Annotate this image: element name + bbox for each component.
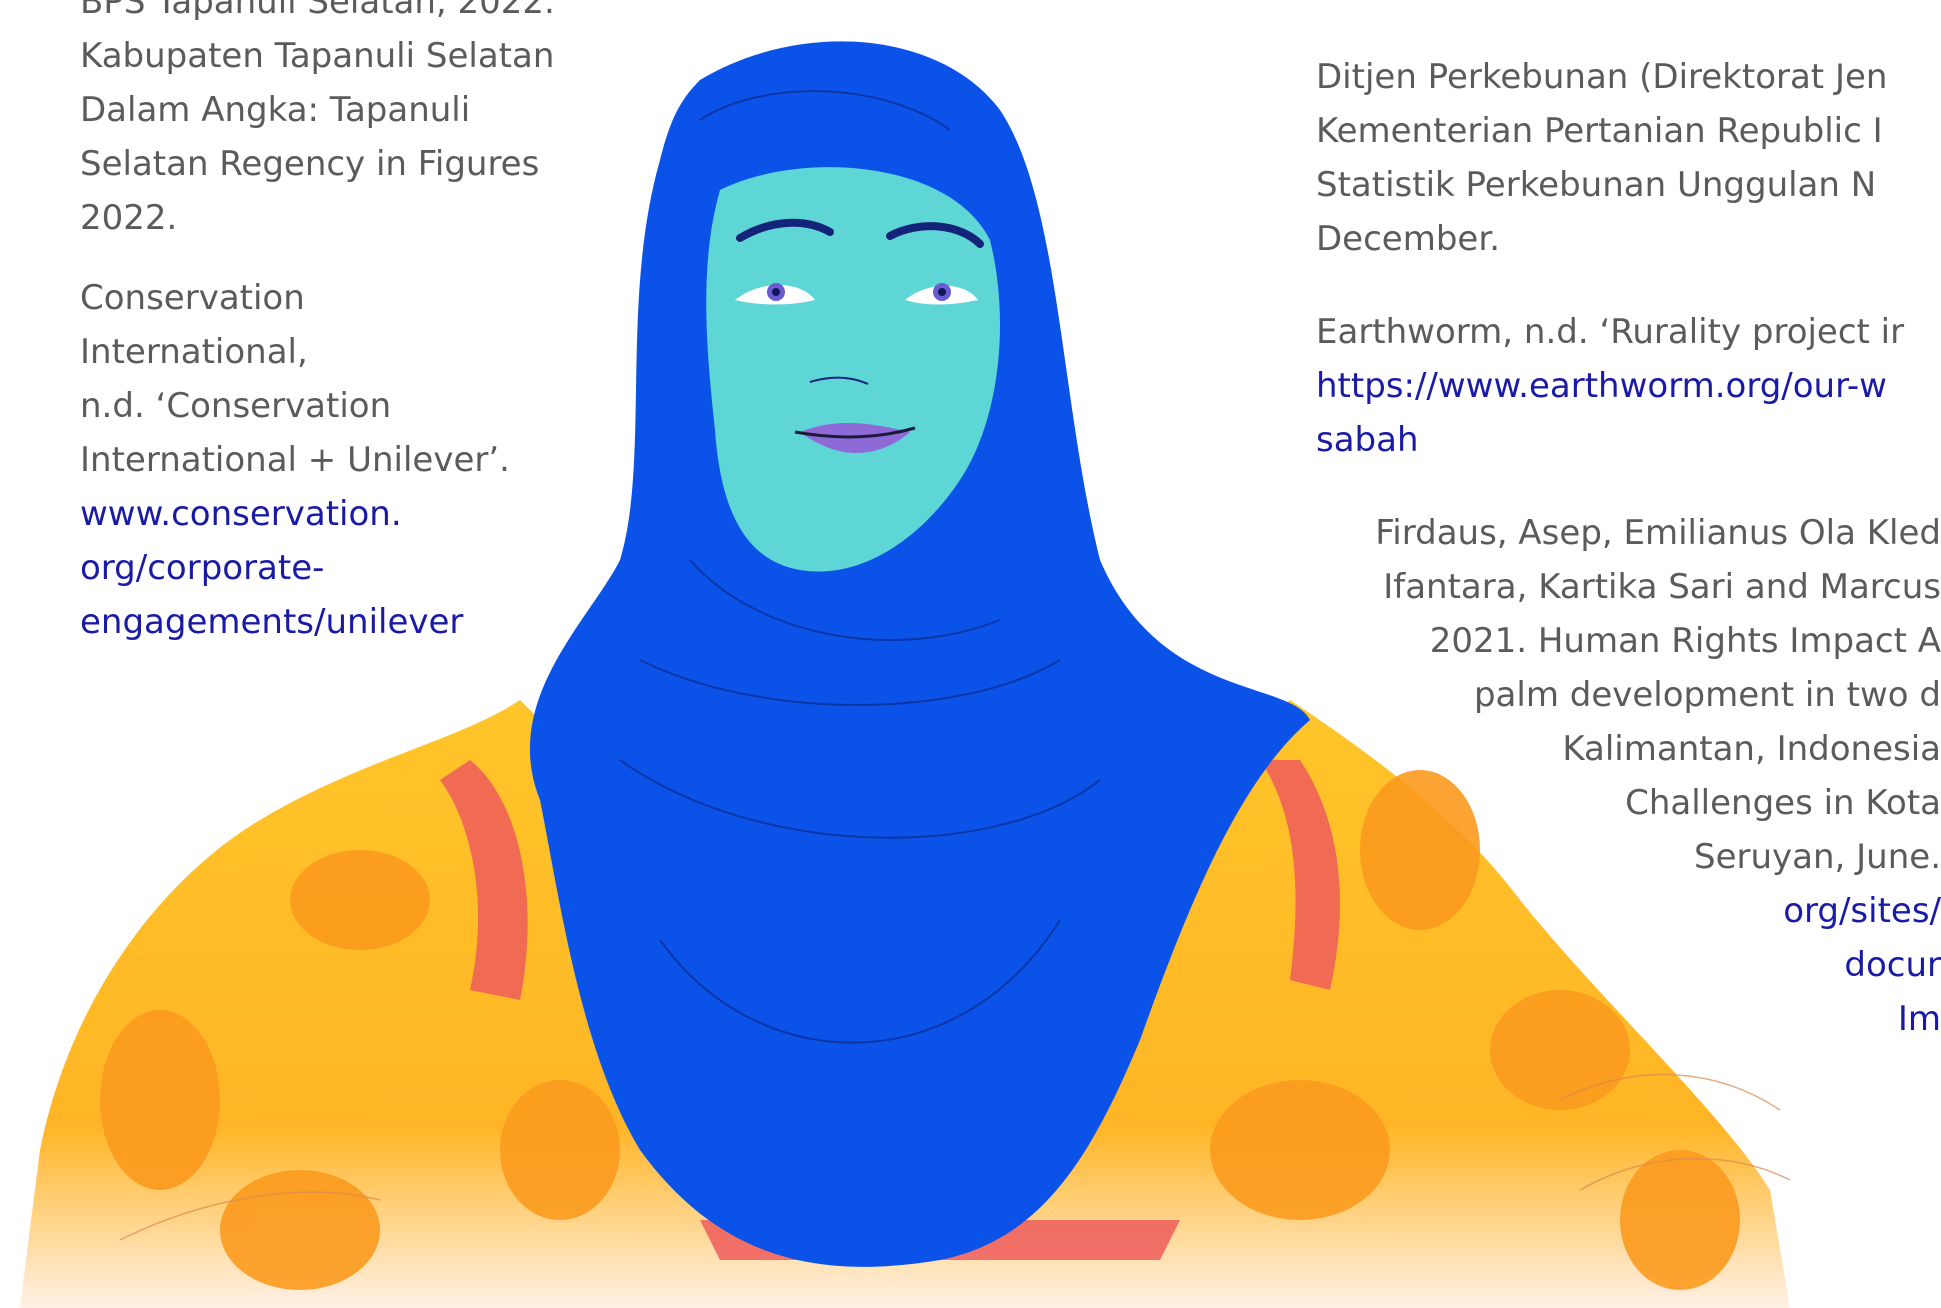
reference-firdaus-line-4: palm development in two d bbox=[1473, 675, 1941, 715]
reference-firdaus-link-2[interactable]: docur bbox=[1301, 938, 1941, 992]
reference-bps-line-3: Dalam Angka: Tapanuli bbox=[80, 90, 471, 130]
reference-ci-link-2[interactable]: org/corporate- bbox=[80, 541, 555, 595]
reference-bps-line-4: Selatan Regency in Figures bbox=[80, 144, 540, 184]
right-reference-firdaus: Firdaus, Asep, Emilianus Ola Kled Ifanta… bbox=[1301, 506, 1941, 1046]
reference-ci-line-3: n.d. ‘Conservation bbox=[80, 386, 392, 426]
reference-firdaus-link-3[interactable]: Im bbox=[1301, 992, 1941, 1046]
reference-earthworm-line-1: Earthworm, n.d. ‘Rurality project ir bbox=[1316, 312, 1905, 352]
reference-firdaus-line-3: 2021. Human Rights Impact A bbox=[1429, 621, 1941, 661]
reference-firdaus-line-6: Challenges in Kota bbox=[1625, 783, 1941, 823]
reference-ci-link-3[interactable]: engagements/unilever bbox=[80, 595, 555, 649]
reference-firdaus-link-1[interactable]: org/sites/ bbox=[1301, 884, 1941, 938]
right-reference-ditjen: Ditjen Perkebunan (Direktorat Jen Kement… bbox=[1316, 50, 1887, 266]
reference-ci-link-1[interactable]: www.conservation. bbox=[80, 487, 555, 541]
reference-ci-line-2: International, bbox=[80, 332, 308, 372]
reference-bps-line-1: BPS Tapanuli Selatan, 2022. bbox=[80, 0, 555, 22]
right-reference-earthworm: Earthworm, n.d. ‘Rurality project ir htt… bbox=[1316, 305, 1904, 467]
reference-firdaus-line-2: Ifantara, Kartika Sari and Marcus bbox=[1383, 567, 1941, 607]
reference-earthworm-link-2[interactable]: sabah bbox=[1316, 413, 1904, 467]
reference-firdaus-line-1: Firdaus, Asep, Emilianus Ola Kled bbox=[1375, 513, 1941, 553]
reference-bps-line-2: Kabupaten Tapanuli Selatan bbox=[80, 36, 555, 76]
reference-earthworm-link-1[interactable]: https://www.earthworm.org/our-w bbox=[1316, 359, 1904, 413]
reference-bps-line-5: 2022. bbox=[80, 198, 178, 238]
reference-ditjen-line-2: Kementerian Pertanian Republic I bbox=[1316, 111, 1883, 151]
left-reference-column: BPS Tapanuli Selatan, 2022. Kabupaten Ta… bbox=[80, 0, 555, 649]
reference-firdaus-line-7: Seruyan, June. bbox=[1694, 837, 1941, 877]
reference-firdaus-line-5: Kalimantan, Indonesia bbox=[1562, 729, 1941, 769]
reference-ditjen-line-4: December. bbox=[1316, 219, 1500, 259]
reference-ditjen-line-1: Ditjen Perkebunan (Direktorat Jen bbox=[1316, 57, 1888, 97]
reference-ci-line-1: Conservation bbox=[80, 278, 305, 318]
reference-ditjen-line-3: Statistik Perkebunan Unggulan N bbox=[1316, 165, 1877, 205]
reference-ci-line-4: International + Unilever’. bbox=[80, 440, 510, 480]
